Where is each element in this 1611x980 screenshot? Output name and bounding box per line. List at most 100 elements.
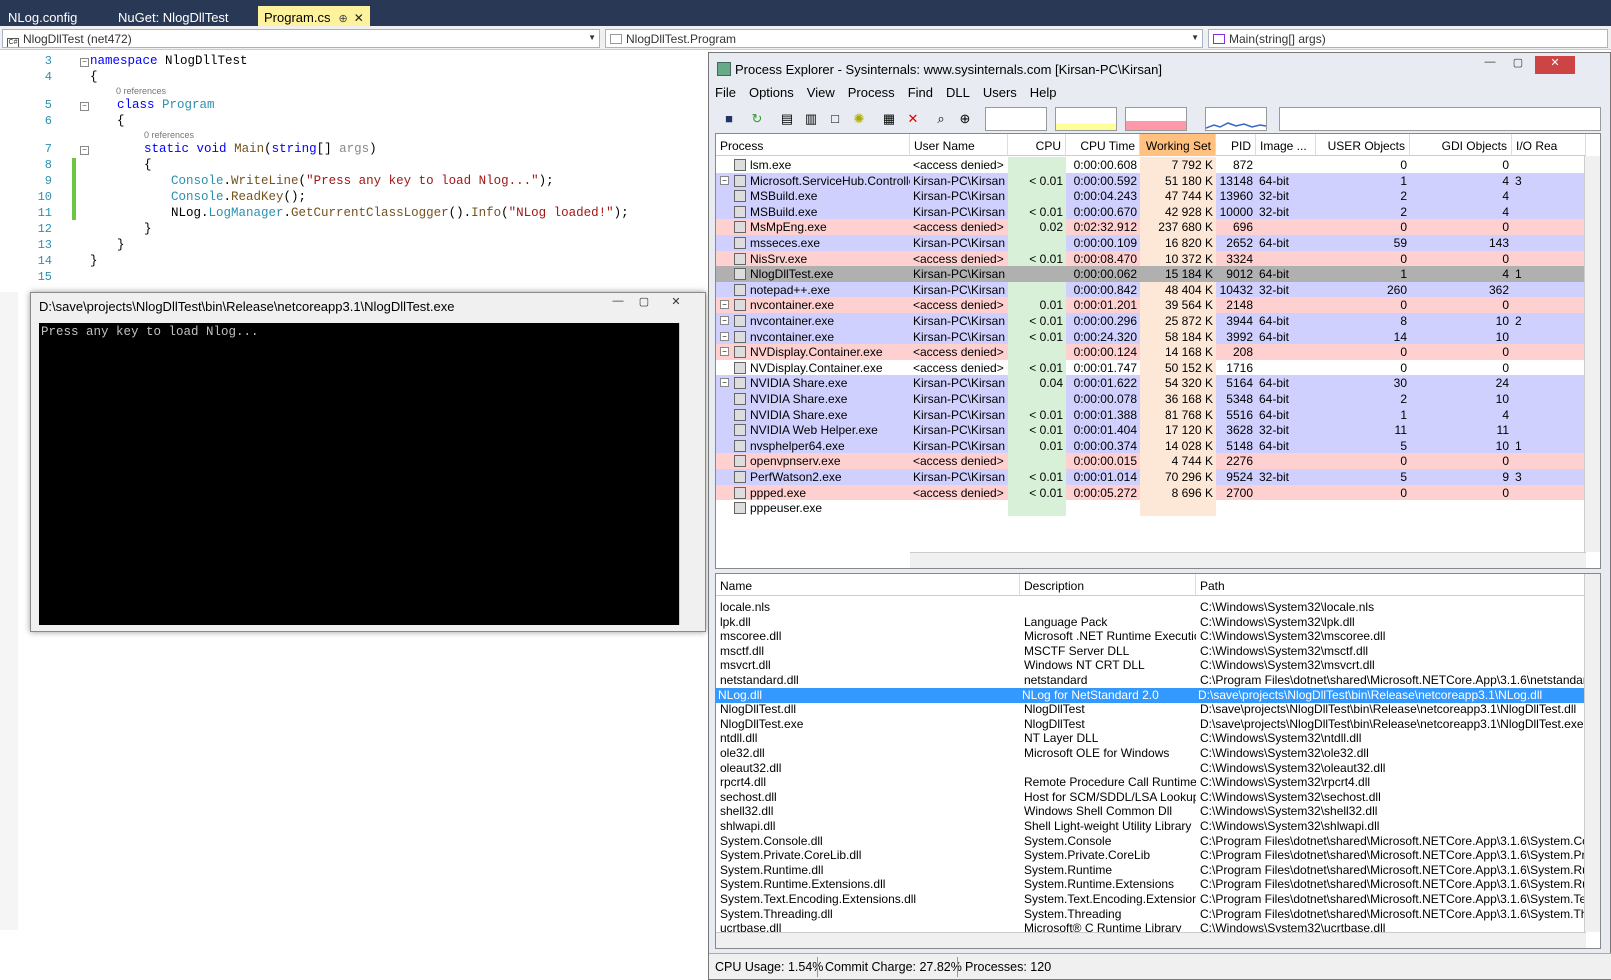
process-row[interactable]: NVDisplay.Container.exe <access denied> < … <box>716 359 1600 376</box>
process-row[interactable]: nvsphelper64.exe Kirsan-PC\Kirsan 0.01 0:00… <box>716 437 1600 454</box>
collapse-icon[interactable]: − <box>80 58 89 67</box>
save-icon[interactable]: ■ <box>719 109 739 129</box>
dll-table[interactable]: Name Description Path locale.nls C:\Windows… <box>715 573 1601 949</box>
maximize-button[interactable]: ▢ <box>1505 56 1531 74</box>
tree-collapse-icon[interactable]: − <box>720 378 729 388</box>
dll-row[interactable]: msvcrt.dll Windows NT CRT DLL C:\Windows\S… <box>718 658 1598 673</box>
process-table[interactable]: Process User Name CPU CPU Time Working Set PI… <box>715 133 1601 569</box>
process-row[interactable]: − NVIDIA Share.exe Kirsan-PC\Kirsan 0.04 0:0… <box>716 375 1600 392</box>
column-header-path[interactable]: Path <box>1196 574 1586 596</box>
column-header-gdi-objects[interactable]: GDI Objects <box>1410 134 1512 156</box>
menu-item-view[interactable]: View <box>807 85 835 100</box>
minimize-button[interactable]: — <box>1477 56 1503 74</box>
minimize-button[interactable]: — <box>605 295 631 313</box>
tree-collapse-icon[interactable]: − <box>720 175 729 185</box>
process-row[interactable]: − nvcontainer.exe Kirsan-PC\Kirsan < 0.01 0:… <box>716 313 1600 329</box>
process-row[interactable]: − nvcontainer.exe <access denied> 0.01 0:00:… <box>716 297 1600 314</box>
tab-nuget[interactable]: NuGet: NlogDllTest <box>112 6 235 26</box>
dll-row[interactable]: System.Runtime.Extensions.dll System.Runt… <box>718 877 1598 892</box>
process-row[interactable]: msseces.exe Kirsan-PC\Kirsan 0:00:00.109 16… <box>716 235 1600 251</box>
dll-row[interactable]: System.Private.CoreLib.dll System.Private… <box>718 848 1598 863</box>
process-row[interactable]: ppped.exe <access denied> < 0.01 0:00:05.27… <box>716 484 1600 501</box>
tree-collapse-icon[interactable]: − <box>720 347 729 357</box>
dll-row[interactable]: NlogDllTest.exe NlogDllTest D:\save\projec… <box>718 717 1598 732</box>
console-scrollbar[interactable] <box>679 323 697 625</box>
dll-row[interactable]: ntdll.dll NT Layer DLL C:\Windows\System32… <box>718 731 1598 746</box>
column-header-image-[interactable]: Image ... <box>1256 134 1316 156</box>
process-row[interactable]: NVIDIA Share.exe Kirsan-PC\Kirsan 0:00:00.… <box>716 391 1600 407</box>
dll-row[interactable]: oleaut32.dll C:\Windows\System32\oleaut32… <box>718 761 1598 776</box>
close-icon[interactable]: ✕ <box>354 11 364 25</box>
code-editor[interactable]: 3 4 5 6 7 8 9 10 11 12 13 14 15 − − − namespace Nlog… <box>0 50 708 292</box>
process-row[interactable]: MSBuild.exe Kirsan-PC\Kirsan 0:00:04.243 47… <box>716 188 1600 205</box>
menu-item-users[interactable]: Users <box>983 85 1017 100</box>
process-row[interactable]: lsm.exe <access denied> 0:00:00.608 7 792 K… <box>716 157 1600 173</box>
menu-item-file[interactable]: File <box>715 85 736 100</box>
tab-nlog-config[interactable]: NLog.config <box>2 6 83 26</box>
menu-item-help[interactable]: Help <box>1030 85 1057 100</box>
code-lens-references[interactable]: 0 references <box>144 130 194 140</box>
console-window[interactable]: D:\save\projects\NlogDllTest\bin\Release… <box>30 292 706 632</box>
process-row[interactable]: NlogDllTest.exe Kirsan-PC\Kirsan 0:00:00.0… <box>716 266 1600 283</box>
tab-program-cs[interactable]: Program.cs ⊕ ✕ <box>258 6 370 26</box>
close-button[interactable]: ✕ <box>663 295 689 313</box>
process-row[interactable]: − Microsoft.ServiceHub.Controller....Kirs… <box>716 172 1600 189</box>
column-header-user-objects[interactable]: USER Objects <box>1316 134 1410 156</box>
tree-collapse-icon[interactable]: − <box>720 300 729 310</box>
dll-row[interactable]: System.Threading.dll System.Threading C:\P… <box>718 907 1598 922</box>
process-row[interactable]: NVIDIA Share.exe Kirsan-PC\Kirsan < 0.01 0:… <box>716 406 1600 423</box>
gpu-graph[interactable] <box>1279 107 1601 131</box>
system-info-icon[interactable]: ▤ <box>777 109 797 129</box>
member-dropdown[interactable]: Main(string[] args) <box>1208 29 1608 48</box>
column-header-name[interactable]: Name <box>716 574 1020 596</box>
dll-row[interactable]: System.Text.Encoding.Extensions.dll Syste… <box>718 892 1598 907</box>
tree-collapse-icon[interactable]: − <box>720 316 729 325</box>
vertical-scrollbar[interactable] <box>1584 156 1600 552</box>
dll-row[interactable]: locale.nls C:\Windows\System32\locale.nls <box>718 600 1598 615</box>
io-graph[interactable] <box>1205 107 1267 131</box>
kill-process-icon[interactable]: ✕ <box>903 109 923 129</box>
process-row[interactable]: − NVDisplay.Container.exe <access denied> 0… <box>716 344 1600 361</box>
column-header-user-name[interactable]: User Name <box>910 134 1008 156</box>
column-header-cpu[interactable]: CPU <box>1008 134 1066 156</box>
cpu-graph[interactable] <box>985 107 1047 131</box>
collapse-icon[interactable]: − <box>80 146 89 155</box>
vertical-scrollbar[interactable] <box>1584 574 1600 932</box>
process-row[interactable]: MsMpEng.exe <access denied> 0.02 0:02:32.91… <box>716 219 1600 236</box>
process-row[interactable]: PerfWatson2.exe Kirsan-PC\Kirsan < 0.01 0:0… <box>716 469 1600 485</box>
commit-graph[interactable] <box>1055 107 1117 131</box>
process-row[interactable]: NisSrv.exe <access denied> < 0.01 0:00:08.4… <box>716 250 1600 267</box>
pin-icon[interactable]: ⊕ <box>338 12 347 25</box>
process-row[interactable]: − nvcontainer.exe Kirsan-PC\Kirsan < 0.01 0:… <box>716 328 1600 345</box>
code-lens-references[interactable]: 0 references <box>116 86 166 96</box>
dll-row[interactable]: mscoree.dll Microsoft .NET Runtime Execut… <box>718 629 1598 644</box>
column-header-process[interactable]: Process <box>716 134 910 156</box>
column-header-pid[interactable]: PID <box>1216 134 1256 156</box>
horizontal-scrollbar[interactable] <box>716 932 1586 948</box>
dll-row[interactable]: ole32.dll Microsoft OLE for Windows C:\Win… <box>718 746 1598 761</box>
dll-row[interactable]: lpk.dll Language Pack C:\Windows\System32\… <box>718 615 1598 630</box>
process-tree-icon[interactable]: ▦ <box>879 109 899 129</box>
close-button[interactable]: ✕ <box>1535 56 1575 74</box>
horizontal-scrollbar[interactable] <box>910 552 1586 568</box>
tree-collapse-icon[interactable]: − <box>720 331 729 341</box>
process-explorer-window[interactable]: Process Explorer - Sysinternals: www.sys… <box>708 52 1611 980</box>
process-row[interactable]: openvpnserv.exe <access denied> 0:00:00.01… <box>716 453 1600 470</box>
menu-item-options[interactable]: Options <box>749 85 794 100</box>
menu-item-process[interactable]: Process <box>848 85 895 100</box>
dll-row[interactable]: NLog.dll NLog for NetStandard 2.0 D:\save\… <box>716 687 1584 703</box>
process-row[interactable]: notepad++.exe Kirsan-PC\Kirsan 0:00:00.842… <box>716 281 1600 298</box>
process-row[interactable]: NVIDIA Web Helper.exe Kirsan-PC\Kirsan < 0… <box>716 422 1600 439</box>
column-header-working-set[interactable]: Working Set <box>1140 134 1216 156</box>
process-row[interactable]: MSBuild.exe Kirsan-PC\Kirsan < 0.01 0:00:00… <box>716 203 1600 220</box>
dll-row[interactable]: msctf.dll MSCTF Server DLL C:\Windows\Syst… <box>718 644 1598 659</box>
dll-row[interactable]: shell32.dll Windows Shell Common Dll C:\Wi… <box>718 804 1598 819</box>
project-dropdown[interactable]: C# NlogDllTest (net472) ▼ <box>2 29 600 48</box>
column-header-cpu-time[interactable]: CPU Time <box>1066 134 1140 156</box>
process-row[interactable]: pppeuser.exe <box>716 500 1600 517</box>
target-icon[interactable]: ⊕ <box>955 109 975 129</box>
physical-memory-graph[interactable] <box>1125 107 1187 131</box>
console-output[interactable]: Press any key to load Nlog... <box>39 323 679 625</box>
dll-row[interactable]: System.Runtime.dll System.Runtime C:\Progr… <box>718 863 1598 878</box>
find-icon[interactable]: ⌕ <box>931 109 951 129</box>
